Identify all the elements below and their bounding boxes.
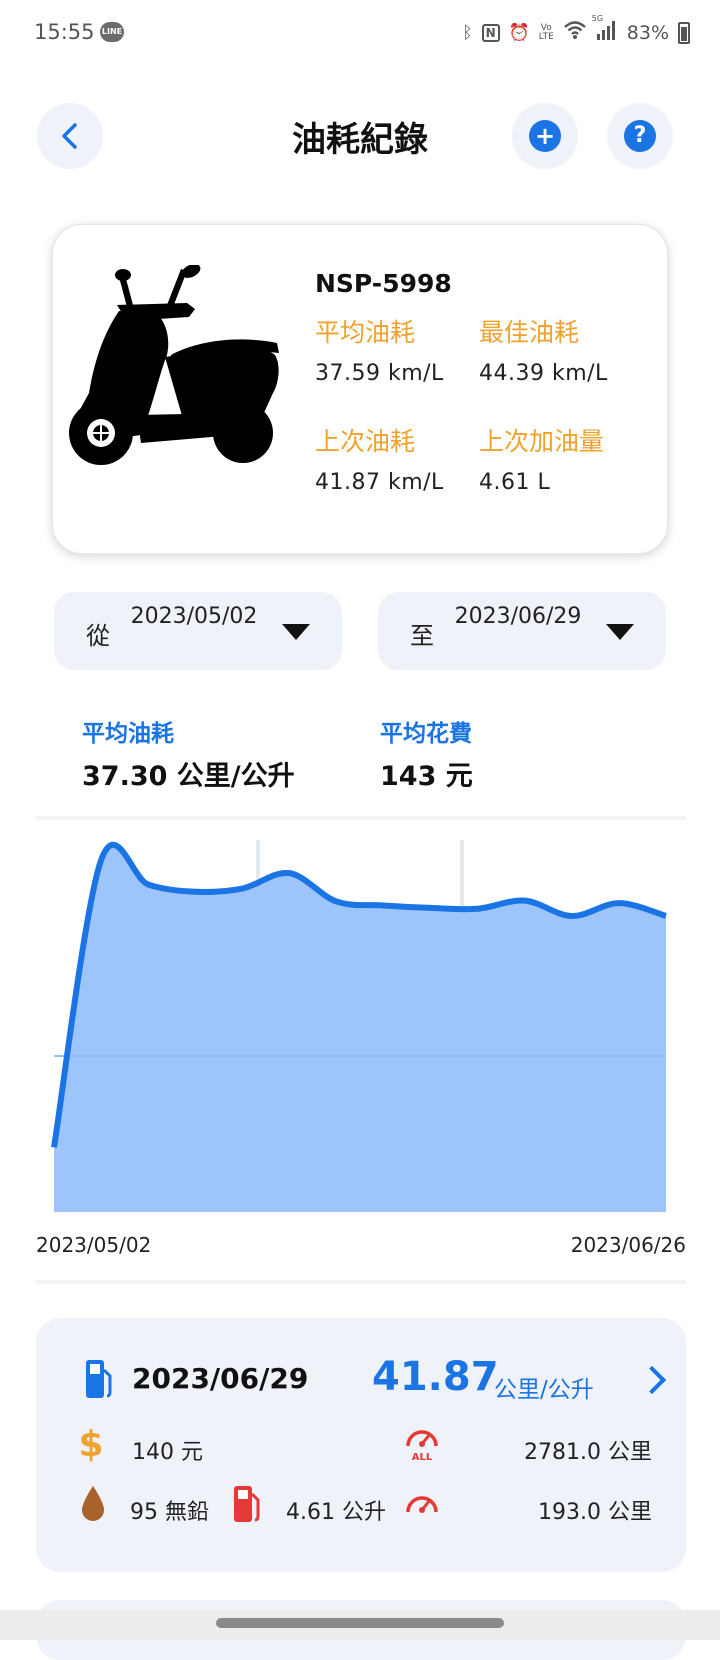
alarm-icon: ⏰ bbox=[508, 22, 530, 43]
chevron-right-icon bbox=[637, 1365, 667, 1395]
scooter-icon bbox=[69, 265, 279, 465]
avg-efficiency-value: 37.59 km/L bbox=[315, 361, 444, 386]
efficiency-area-chart bbox=[51, 840, 667, 1212]
avg-cost-summary-value: 143 元 bbox=[380, 761, 473, 792]
fuel-record-card[interactable]: 2023/06/29 41.87 公里/公升 $ 140 元 ALL 2781.… bbox=[36, 1318, 686, 1572]
to-prefix: 至 bbox=[410, 622, 434, 650]
add-record-button[interactable]: + bbox=[512, 103, 578, 169]
trip-odometer-icon bbox=[406, 1496, 438, 1513]
from-date-picker[interactable]: 從 2023/05/02 bbox=[54, 592, 342, 670]
record-cost: 140 元 bbox=[132, 1440, 203, 1465]
chart-area-fill bbox=[54, 844, 666, 1212]
status-bar: 15:55 LINE ᛒ N ⏰ Vo LTE 5G 83% bbox=[0, 0, 720, 64]
vehicle-card[interactable]: NSP-5998 平均油耗 37.59 km/L 最佳油耗 44.39 km/L… bbox=[52, 224, 668, 554]
svg-text:$: $ bbox=[78, 1424, 103, 1464]
record-date: 2023/06/29 bbox=[132, 1362, 309, 1395]
bluetooth-icon: ᛒ bbox=[462, 22, 473, 43]
signal-5g-icon: 5G bbox=[592, 14, 618, 45]
question-icon: ? bbox=[624, 120, 656, 152]
battery-percent: 83% bbox=[626, 21, 669, 44]
divider bbox=[36, 1280, 686, 1284]
last-efficiency-value: 41.87 km/L bbox=[315, 470, 444, 495]
best-efficiency-label: 最佳油耗 bbox=[479, 318, 580, 347]
fuel-volume-icon bbox=[234, 1486, 260, 1522]
network-5g-text: 5G bbox=[591, 14, 604, 23]
total-icon-text: ALL bbox=[412, 1452, 433, 1462]
avg-cost-summary-label: 平均花費 bbox=[380, 721, 472, 747]
last-efficiency-label: 上次油耗 bbox=[315, 427, 416, 456]
battery-icon bbox=[678, 21, 690, 44]
wifi-icon bbox=[563, 20, 587, 45]
caret-down-icon bbox=[282, 624, 310, 640]
x-tick-start: 2023/05/02 bbox=[36, 1233, 152, 1257]
status-icons: ᛒ N ⏰ Vo LTE 5G 83% bbox=[462, 14, 690, 45]
record-efficiency: 41.87 bbox=[372, 1354, 499, 1400]
x-tick-end: 2023/06/26 bbox=[570, 1233, 686, 1257]
record-trip-distance: 193.0 公里 bbox=[538, 1500, 652, 1525]
from-prefix: 從 bbox=[86, 622, 110, 650]
record-fuel-type: 95 無鉛 bbox=[130, 1500, 209, 1525]
status-time: 15:55 bbox=[34, 20, 95, 44]
best-efficiency-value: 44.39 km/L bbox=[479, 361, 608, 386]
record-total-distance: 2781.0 公里 bbox=[524, 1440, 652, 1465]
help-button[interactable]: ? bbox=[607, 103, 673, 169]
volte-icon: Vo LTE bbox=[538, 23, 554, 42]
to-date-value: 2023/06/29 bbox=[454, 604, 582, 629]
home-indicator[interactable] bbox=[216, 1618, 504, 1628]
avg-efficiency-summary-label: 平均油耗 bbox=[82, 721, 174, 747]
plus-icon: + bbox=[529, 120, 561, 152]
record-volume: 4.61 公升 bbox=[286, 1500, 386, 1525]
avg-efficiency-label: 平均油耗 bbox=[315, 318, 416, 347]
record-efficiency-unit: 公里/公升 bbox=[494, 1377, 594, 1403]
nfc-icon: N bbox=[481, 23, 500, 42]
last-fill-value: 4.61 L bbox=[479, 470, 551, 495]
from-date-value: 2023/05/02 bbox=[130, 604, 258, 629]
to-date-picker[interactable]: 至 2023/06/29 bbox=[378, 592, 666, 670]
oil-drop-icon bbox=[82, 1486, 104, 1521]
line-notification-icon: LINE bbox=[100, 22, 124, 42]
last-fill-label: 上次加油量 bbox=[479, 427, 605, 456]
total-odometer-icon: ALL bbox=[406, 1430, 438, 1462]
dollar-icon: $ bbox=[78, 1424, 103, 1464]
lte-text: LTE bbox=[538, 31, 554, 42]
avg-efficiency-summary-value: 37.30 公里/公升 bbox=[82, 761, 295, 792]
caret-down-icon bbox=[606, 624, 634, 640]
divider bbox=[36, 816, 686, 820]
gas-pump-icon bbox=[86, 1360, 112, 1398]
license-plate: NSP-5998 bbox=[315, 269, 452, 298]
